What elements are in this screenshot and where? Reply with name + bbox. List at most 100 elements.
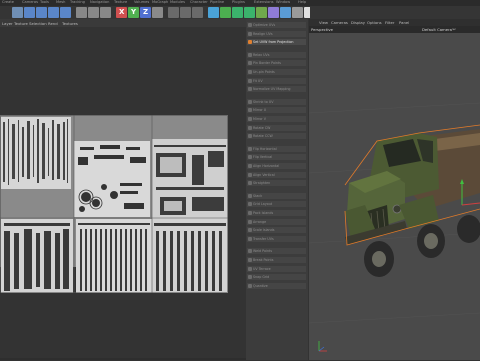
uv-command-rotate-cw[interactable]: Rotate CW: [247, 124, 306, 131]
command-icon: [248, 283, 252, 288]
uv-command-straighten[interactable]: Straighten: [247, 180, 306, 187]
uv-island-group-f: [152, 219, 228, 293]
uv-command-normalize-uv-mapping[interactable]: Normalize UV Mapping: [247, 86, 306, 93]
menu-item-pipeline[interactable]: Pipeline: [210, 0, 224, 4]
uv-editor-view[interactable]: [0, 27, 246, 360]
uv-command-mirror-v[interactable]: Mirror V: [247, 116, 306, 122]
uv-menu-layer[interactable]: Layer: [2, 21, 13, 26]
render-view-icon[interactable]: [168, 7, 179, 18]
menu-item-modules[interactable]: Modules: [170, 0, 185, 4]
viewport-menu-view[interactable]: View: [319, 20, 328, 25]
uv-command-weld-points[interactable]: Weld Points: [247, 248, 306, 255]
uv-command-realign-uvs[interactable]: Realign UVs: [247, 30, 306, 37]
uv-command-optimize-uvs[interactable]: Optimize UVs: [247, 22, 306, 28]
coords-icon[interactable]: [152, 7, 163, 18]
uv-command-fit-uv[interactable]: Fit UV: [247, 77, 306, 84]
uv-command-mirror-u[interactable]: Mirror U: [247, 107, 306, 114]
uv-command-align-vertical[interactable]: Align Vertical: [247, 171, 306, 178]
uv-command-pack-islands[interactable]: Pack Islands: [247, 210, 306, 216]
scale-icon[interactable]: [36, 7, 47, 18]
poly-icon[interactable]: [76, 7, 87, 18]
menu-item-navigation[interactable]: Navigation: [90, 0, 109, 4]
uv-command-pin-border-points[interactable]: Pin Border Points: [247, 60, 306, 67]
viewport-menu-filter[interactable]: Filter: [385, 20, 394, 25]
uv-command-stack[interactable]: Stack: [247, 192, 306, 199]
viewport-menu-cameras[interactable]: Cameras: [331, 20, 348, 25]
menu-item-help[interactable]: Help: [298, 0, 306, 4]
toolbar-extension: [310, 6, 480, 19]
undo-icon[interactable]: [12, 7, 23, 18]
uv-command-arrange[interactable]: Arrange: [247, 218, 306, 225]
y-axis-icon[interactable]: Y: [128, 7, 139, 18]
uv-menu-rend[interactable]: Rend: [48, 21, 58, 26]
uv-command-scale-islands[interactable]: Scale Islands: [247, 227, 306, 234]
uv-island-group-c: [152, 139, 228, 219]
menu-item-window[interactable]: Window: [276, 0, 290, 4]
spline-icon[interactable]: [220, 7, 231, 18]
menu-item-extensions[interactable]: Extensions: [254, 0, 274, 4]
menu-item-create[interactable]: Create: [2, 0, 14, 4]
menu-item-volumes[interactable]: Volumes: [134, 0, 149, 4]
command-label: Arrange: [253, 219, 267, 224]
command-icon: [248, 40, 252, 45]
uv-command-flip-horizontal[interactable]: Flip Horizontal: [247, 145, 306, 152]
menu-item-tracking[interactable]: Tracking: [70, 0, 85, 4]
deformer-icon[interactable]: [256, 7, 267, 18]
command-icon: [248, 125, 252, 130]
z-axis-icon[interactable]: Z: [140, 7, 151, 18]
truck-model[interactable]: [344, 124, 480, 277]
scene-icon[interactable]: [280, 7, 291, 18]
command-icon: [248, 275, 252, 280]
field-icon[interactable]: [268, 7, 279, 18]
perspective-viewport[interactable]: [309, 33, 480, 360]
menu-item-mograph[interactable]: MoGraph: [152, 0, 168, 4]
main-toolbar: XYZ: [0, 6, 315, 19]
uv-command-un-pin-points[interactable]: Un-pin Points: [247, 69, 306, 75]
command-label: Mirror V: [253, 117, 267, 121]
uv-command-uv-terrace[interactable]: UV Terrace: [247, 265, 306, 272]
uv-command-rotate-ccw[interactable]: Rotate CCW: [247, 133, 306, 140]
command-label: Normalize UV Mapping: [253, 87, 291, 92]
edges-icon[interactable]: [100, 7, 111, 18]
rotate-icon[interactable]: [48, 7, 59, 18]
uv-command-relax-uvs[interactable]: Relax UVs: [247, 51, 306, 58]
nurbs-icon[interactable]: [232, 7, 243, 18]
menu-item-character[interactable]: Character: [190, 0, 208, 4]
command-label: Rotate CW: [253, 125, 271, 130]
menu-item-cameras[interactable]: Cameras: [22, 0, 38, 4]
uv-command-align-horizontal[interactable]: Align Horizontal: [247, 163, 306, 169]
uv-command-break-points[interactable]: Break Points: [247, 257, 306, 263]
menu-item-texture[interactable]: Texture: [114, 0, 127, 4]
render-icon[interactable]: [180, 7, 191, 18]
command-label: Weld Points: [253, 249, 273, 254]
uv-command-quantize[interactable]: Quantize: [247, 282, 306, 289]
uv-command-flip-vertical[interactable]: Flip Vertical: [247, 154, 306, 161]
command-label: Set UVW from Projection: [253, 40, 294, 45]
cube-icon[interactable]: [208, 7, 219, 18]
x-axis-icon[interactable]: X: [116, 7, 127, 18]
viewport-menu-display[interactable]: Display: [351, 20, 365, 25]
command-label: Align Vertical: [253, 172, 275, 177]
command-label: Grid Layout: [253, 202, 273, 207]
cloner-icon[interactable]: [244, 7, 255, 18]
uv-command-shrink-to-uv[interactable]: Shrink to UV: [247, 98, 306, 105]
menu-item-mesh[interactable]: Mesh: [56, 0, 65, 4]
live-select-icon[interactable]: [60, 7, 71, 18]
command-icon: [248, 23, 252, 27]
uv-command-set-uvw-from-projection[interactable]: Set UVW from Projection: [247, 39, 306, 46]
uv-command-snap-grid[interactable]: Snap Grid: [247, 274, 306, 281]
menu-item-plugins[interactable]: Plugins: [232, 0, 245, 4]
move-icon[interactable]: [24, 7, 35, 18]
camera-icon[interactable]: [292, 7, 303, 18]
viewport-menubar: View Cameras Display Options Filter Panel: [309, 19, 480, 26]
points-icon[interactable]: [88, 7, 99, 18]
uv-command-transfer-uvs[interactable]: Transfer UVs: [247, 235, 306, 242]
uv-menu-textures[interactable]: Textures: [62, 21, 78, 26]
uv-menu-texture-selection[interactable]: Texture Selection: [14, 21, 47, 26]
viewport-menu-options[interactable]: Options: [367, 20, 382, 25]
render-settings-icon[interactable]: [192, 7, 203, 18]
viewport-menu-panel[interactable]: Panel: [399, 20, 409, 25]
command-icon: [248, 108, 252, 113]
uv-command-grid-layout[interactable]: Grid Layout: [247, 201, 306, 208]
menu-item-tools[interactable]: Tools: [40, 0, 49, 4]
